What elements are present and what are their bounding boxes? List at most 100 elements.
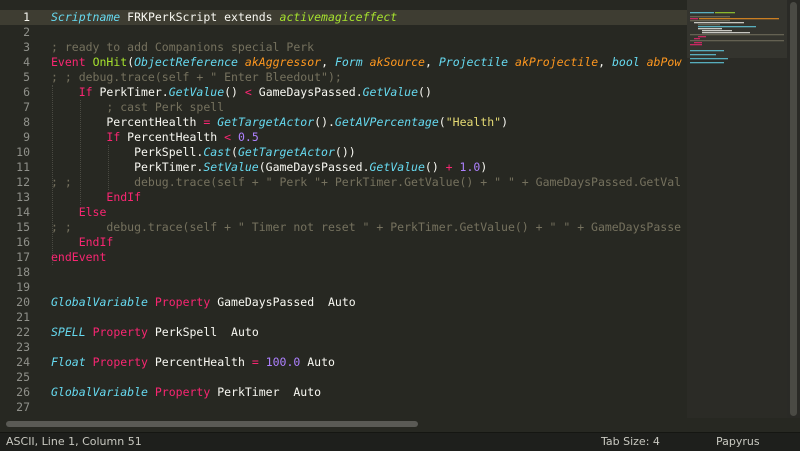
code-token: "Health" bbox=[445, 115, 502, 129]
code-token: endEvent bbox=[51, 250, 107, 264]
code-line[interactable]: EndIf bbox=[51, 235, 114, 250]
code-token: Event bbox=[51, 55, 86, 69]
vertical-scrollbar-thumb[interactable] bbox=[790, 2, 797, 416]
code-token: PerkSpell bbox=[147, 325, 232, 339]
code-token: Else bbox=[78, 205, 107, 219]
code-token: (). bbox=[314, 115, 335, 129]
code-token: ( bbox=[438, 115, 446, 129]
tab-size-selector[interactable]: Tab Size: 4 bbox=[601, 433, 660, 451]
line-number: 5 bbox=[23, 70, 30, 84]
code-line[interactable]: ; ready to add Companions special Perk bbox=[51, 40, 314, 55]
horizontal-scrollbar-thumb[interactable] bbox=[6, 421, 418, 427]
code-line[interactable]: ; ; debug.trace(self + " Enter Bleedout"… bbox=[51, 70, 342, 85]
status-bar: ASCII, Line 1, Column 51 Tab Size: 4 Pap… bbox=[0, 432, 800, 451]
line-number: 18 bbox=[16, 265, 30, 279]
syntax-selector[interactable]: Papyrus bbox=[716, 433, 760, 451]
code-token: Auto bbox=[327, 295, 356, 309]
code-line[interactable]: If PerkTimer.GetValue() < GameDaysPassed… bbox=[51, 85, 432, 100]
code-token: Float bbox=[51, 355, 86, 369]
line-number: 3 bbox=[23, 40, 30, 54]
code-line[interactable]: ; cast Perk spell bbox=[51, 100, 224, 115]
code-token: 0.5 bbox=[237, 130, 259, 144]
code-token: Auto bbox=[307, 355, 335, 369]
code-token: GameDaysPassed bbox=[210, 295, 328, 309]
code-token: ; ; debug.trace(self + " Enter Bleedout"… bbox=[51, 70, 342, 84]
line-number: 10 bbox=[16, 145, 30, 159]
code-token: abPow bbox=[646, 55, 682, 69]
code-line[interactable]: Event OnHit(ObjectReference akAggressor,… bbox=[51, 55, 681, 70]
line-number: 16 bbox=[16, 235, 30, 249]
code-token: PercentHealth bbox=[120, 130, 225, 144]
code-token: Cast bbox=[203, 145, 232, 159]
code-token: Property bbox=[92, 355, 148, 369]
code-token: OnHit bbox=[92, 55, 128, 69]
code-line[interactable]: Scriptname FRKPerkScript extends activem… bbox=[51, 10, 397, 25]
code-line[interactable]: SPELL Property PerkSpell Auto bbox=[51, 325, 259, 340]
code-token: If bbox=[106, 130, 121, 144]
code-token: Projectile bbox=[438, 55, 509, 69]
line-number: 25 bbox=[16, 370, 30, 384]
code-line[interactable]: endEvent bbox=[51, 250, 106, 265]
code-line[interactable]: GlobalVariable Property GameDaysPassed A… bbox=[51, 295, 356, 310]
code-line[interactable]: PerkSpell.Cast(GetTargetActor()) bbox=[51, 145, 356, 160]
code-token: , bbox=[424, 55, 439, 69]
code-token: PerkSpell. bbox=[51, 145, 204, 159]
code-area[interactable]: Scriptname FRKPerkScript extends activem… bbox=[51, 0, 687, 422]
vertical-scrollbar[interactable] bbox=[787, 0, 800, 418]
code-token: , bbox=[598, 55, 612, 69]
code-token: GetValue bbox=[362, 85, 419, 99]
code-token: ; ; debug.trace(self + " Timer not reset… bbox=[51, 220, 682, 234]
code-token: GlobalVariable bbox=[51, 295, 148, 309]
code-line[interactable]: Else bbox=[51, 205, 107, 220]
horizontal-scrollbar[interactable] bbox=[0, 418, 800, 430]
code-line[interactable]: ; ; debug.trace(self + " Timer not reset… bbox=[51, 220, 681, 235]
code-token: PerkTimer bbox=[210, 385, 294, 399]
code-token: < bbox=[224, 130, 232, 144]
code-token: SetValue bbox=[203, 160, 259, 174]
code-token: ObjectReference bbox=[134, 55, 238, 69]
line-number: 1 bbox=[23, 10, 30, 24]
code-token: ) bbox=[501, 115, 509, 129]
code-token: bool bbox=[611, 55, 640, 69]
code-token: , bbox=[321, 55, 335, 69]
code-line[interactable]: GlobalVariable Property PerkTimer Auto bbox=[51, 385, 321, 400]
line-number: 24 bbox=[16, 355, 30, 369]
code-editor[interactable]: 1 2 3 4 5 6 7 8 9 10 11 12 13 14 15 16 17 18 19 20 21 22 23 24 2… bbox=[0, 0, 800, 422]
code-token: () bbox=[424, 160, 446, 174]
code-token: EndIf bbox=[106, 190, 142, 204]
code-token: GetTargetActor bbox=[237, 145, 335, 159]
code-line[interactable]: ; ; debug.trace(self + " Perk "+ PerkTim… bbox=[51, 175, 681, 190]
code-token: Form bbox=[334, 55, 363, 69]
line-number: 11 bbox=[16, 160, 30, 174]
code-token: GetValue bbox=[369, 160, 425, 174]
code-line[interactable]: If PercentHealth < 0.5 bbox=[51, 130, 259, 145]
code-token: (GameDaysPassed. bbox=[258, 160, 370, 174]
code-token: GetTargetActor bbox=[217, 115, 315, 129]
line-number: 8 bbox=[23, 115, 30, 129]
code-token: FRKPerkScript bbox=[120, 10, 225, 24]
code-line[interactable]: EndIf bbox=[51, 190, 141, 205]
minimap[interactable] bbox=[687, 0, 787, 418]
code-token: PercentHealth bbox=[51, 115, 204, 129]
code-token: akProjectile bbox=[515, 55, 599, 69]
line-number-gutter: 1 2 3 4 5 6 7 8 9 10 11 12 13 14 15 16 17 18 19 20 21 22 23 24 2… bbox=[0, 0, 42, 422]
code-token: 100.0 bbox=[265, 355, 301, 369]
code-token: ( bbox=[231, 145, 238, 159]
code-token: Scriptname bbox=[51, 10, 121, 24]
line-number: 17 bbox=[16, 250, 30, 264]
code-line[interactable]: Float Property PercentHealth = 100.0 Aut… bbox=[51, 355, 335, 370]
code-line[interactable]: PerkTimer.SetValue(GameDaysPassed.GetVal… bbox=[51, 160, 487, 175]
code-token: = bbox=[251, 355, 259, 369]
code-line[interactable]: PercentHealth = GetTargetActor().GetAVPe… bbox=[51, 115, 508, 130]
code-token: Property bbox=[92, 325, 148, 339]
